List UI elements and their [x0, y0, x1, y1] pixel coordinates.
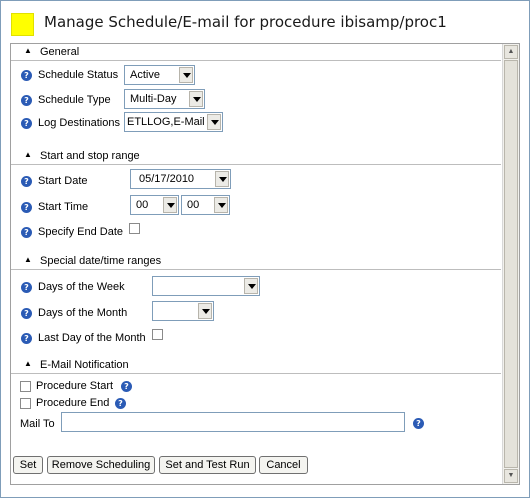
schedule-status-value: Active	[130, 69, 160, 81]
help-icon[interactable]: ?	[21, 70, 32, 81]
section-special-label: Special date/time ranges	[40, 255, 162, 267]
section-general-label: General	[40, 46, 80, 58]
help-icon[interactable]: ?	[121, 381, 132, 392]
schedule-status-label: Schedule Status	[38, 69, 119, 81]
log-destinations-select[interactable]: ETLLOG,E-Mail	[124, 112, 223, 132]
collapse-triangle-icon[interactable]: ▲	[24, 150, 32, 159]
help-icon[interactable]: ?	[21, 202, 32, 213]
chevron-down-icon[interactable]	[198, 303, 212, 319]
schedule-status-select[interactable]: Active	[124, 65, 195, 85]
chevron-down-icon[interactable]	[163, 197, 177, 213]
specify-end-date-label: Specify End Date	[38, 226, 123, 238]
section-start-stop-header[interactable]: ▲ Start and stop range	[11, 150, 501, 165]
start-date-value: 05/17/2010	[139, 173, 195, 185]
schedule-form-panel: ▲ General ? Schedule Status Active ? Sch…	[10, 43, 520, 485]
schedule-type-select[interactable]: Multi-Day	[124, 89, 205, 109]
schedule-icon	[11, 13, 34, 36]
procedure-start-checkbox[interactable]	[20, 381, 31, 392]
dialog-frame: Manage Schedule/E-mail for procedure ibi…	[0, 0, 530, 498]
scroll-down-icon[interactable]: ▼	[504, 469, 518, 483]
days-of-month-label: Days of the Month	[38, 307, 128, 319]
help-icon[interactable]: ?	[21, 333, 32, 344]
set-and-test-run-button[interactable]: Set and Test Run	[159, 456, 256, 474]
vertical-scrollbar[interactable]: ▲ ▼	[502, 44, 519, 484]
start-hour-select[interactable]: 00	[130, 195, 179, 215]
help-icon[interactable]: ?	[21, 227, 32, 238]
days-of-month-select[interactable]	[152, 301, 214, 321]
mail-to-input[interactable]	[61, 412, 405, 432]
chevron-down-icon[interactable]	[189, 91, 203, 107]
last-day-of-month-checkbox[interactable]	[152, 329, 163, 340]
help-icon[interactable]: ?	[21, 308, 32, 319]
start-minute-value: 00	[187, 199, 200, 211]
chevron-down-icon[interactable]	[215, 171, 229, 187]
specify-end-date-checkbox[interactable]	[129, 223, 140, 234]
log-destinations-label: Log Destinations	[38, 117, 120, 129]
last-day-of-month-label: Last Day of the Month	[38, 332, 146, 344]
scroll-up-icon[interactable]: ▲	[504, 45, 518, 59]
section-start-stop-label: Start and stop range	[40, 150, 140, 162]
set-button[interactable]: Set	[13, 456, 43, 474]
days-of-week-select[interactable]	[152, 276, 260, 296]
cancel-button[interactable]: Cancel	[259, 456, 308, 474]
collapse-triangle-icon[interactable]: ▲	[24, 46, 32, 55]
procedure-end-label: Procedure End	[36, 397, 110, 409]
schedule-type-label: Schedule Type	[38, 94, 111, 106]
section-general-header[interactable]: ▲ General	[11, 46, 501, 61]
procedure-start-label: Procedure Start	[36, 380, 114, 392]
procedure-end-checkbox[interactable]	[20, 398, 31, 409]
collapse-triangle-icon[interactable]: ▲	[24, 359, 32, 368]
help-icon[interactable]: ?	[21, 282, 32, 293]
section-special-header[interactable]: ▲ Special date/time ranges	[11, 255, 501, 270]
start-hour-value: 00	[136, 199, 149, 211]
help-icon[interactable]: ?	[21, 176, 32, 187]
scrollbar-thumb[interactable]	[504, 60, 518, 468]
chevron-down-icon[interactable]	[244, 278, 258, 294]
chevron-down-icon[interactable]	[214, 197, 228, 213]
collapse-triangle-icon[interactable]: ▲	[24, 255, 32, 264]
remove-scheduling-button[interactable]: Remove Scheduling	[47, 456, 155, 474]
mail-to-label: Mail To	[20, 418, 55, 430]
start-date-label: Start Date	[38, 175, 88, 187]
help-icon[interactable]: ?	[413, 418, 424, 429]
chevron-down-icon[interactable]	[179, 67, 193, 83]
schedule-type-value: Multi-Day	[130, 93, 177, 105]
section-email-header[interactable]: ▲ E-Mail Notification	[11, 359, 501, 374]
section-email-label: E-Mail Notification	[40, 359, 129, 371]
start-date-select[interactable]: 05/17/2010	[130, 169, 231, 189]
page-title: Manage Schedule/E-mail for procedure ibi…	[44, 13, 447, 31]
chevron-down-icon[interactable]	[207, 114, 221, 130]
log-destinations-value: ETLLOG,E-Mail	[127, 116, 205, 128]
help-icon[interactable]: ?	[115, 398, 126, 409]
start-time-label: Start Time	[38, 201, 89, 213]
days-of-week-label: Days of the Week	[38, 281, 125, 293]
help-icon[interactable]: ?	[21, 118, 32, 129]
start-minute-select[interactable]: 00	[181, 195, 230, 215]
help-icon[interactable]: ?	[21, 95, 32, 106]
